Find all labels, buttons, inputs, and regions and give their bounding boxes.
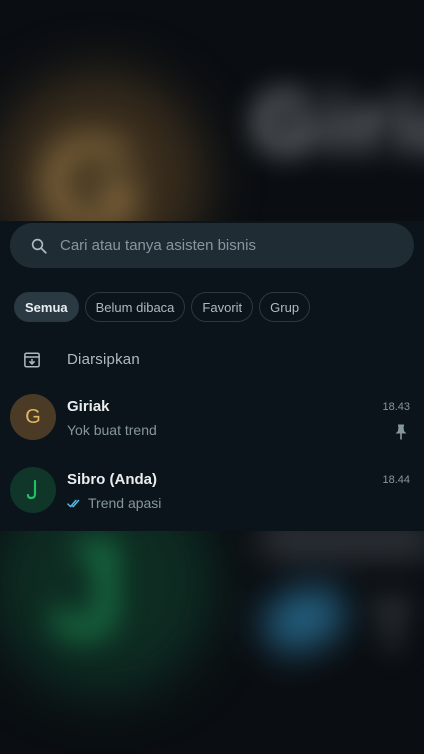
filter-chip-groups[interactable]: Grup xyxy=(259,292,311,322)
chat-row[interactable]: Sibro (Anda) Trend apasi 18.44 xyxy=(0,457,424,525)
chat-time: 18.43 xyxy=(382,401,410,413)
archive-icon xyxy=(24,352,40,368)
chat-preview: Trend apasi xyxy=(67,495,161,511)
chat-name: Giriak xyxy=(67,398,110,415)
double-check-icon xyxy=(67,499,80,507)
chat-preview-text: Yok buat trend xyxy=(67,422,157,438)
search-icon xyxy=(31,238,47,254)
filter-chip-favorites[interactable]: Favorit xyxy=(191,292,254,322)
avatar xyxy=(10,467,56,513)
chat-preview: Yok buat trend xyxy=(67,422,157,438)
filter-chips: Semua Belum dibaca Favorit Grup xyxy=(14,292,311,322)
search-bar[interactable]: Cari atau tanya asisten bisnis xyxy=(10,223,414,268)
filter-chip-all[interactable]: Semua xyxy=(14,292,79,322)
screen: G Giriak J T Cari atau tanya asisten bis… xyxy=(0,0,424,754)
avatar-initial-icon xyxy=(26,479,37,500)
chat-list-panel: Cari atau tanya asisten bisnis Semua Bel… xyxy=(0,221,424,531)
archived-label: Diarsipkan xyxy=(67,351,140,368)
pin-icon xyxy=(395,424,407,440)
chat-name: Sibro (Anda) xyxy=(67,471,157,488)
chat-preview-text: Trend apasi xyxy=(88,495,162,511)
archived-row[interactable]: Diarsipkan xyxy=(0,339,424,381)
filter-chip-unread[interactable]: Belum dibaca xyxy=(84,292,186,322)
search-placeholder: Cari atau tanya asisten bisnis xyxy=(60,237,256,254)
avatar: G xyxy=(10,394,56,440)
chat-time: 18.44 xyxy=(382,474,410,486)
chat-row[interactable]: G Giriak Yok buat trend 18.43 xyxy=(0,384,424,452)
